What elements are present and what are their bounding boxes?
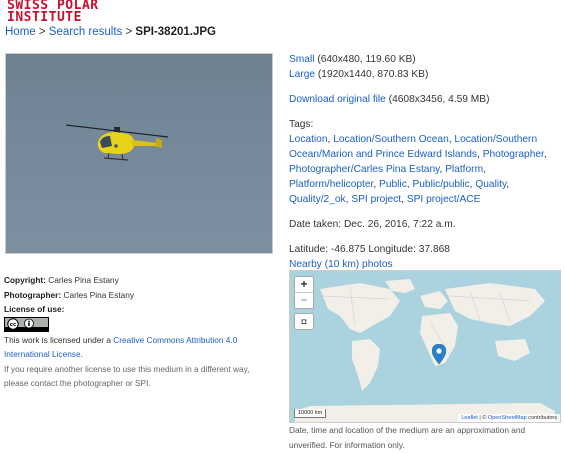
download-original-row: Download original file (4608x3456, 4.59 … — [289, 92, 559, 107]
map-attribution: Leaflet | © OpenStreetMap contributors — [458, 414, 560, 422]
tag-link[interactable]: SPI project/ACE — [407, 194, 481, 205]
zoom-in-button[interactable]: + — [295, 277, 313, 292]
breadcrumb-separator: > — [35, 26, 49, 38]
breadcrumb-search-results[interactable]: Search results — [49, 26, 123, 38]
leaflet-link[interactable]: Leaflet — [461, 415, 478, 421]
openstreetmap-link[interactable]: OpenStreetMap — [488, 415, 527, 421]
location-map[interactable]: + − ◘ 10000 km Leaflet | © OpenStreetMap… — [289, 270, 561, 423]
photographer-label: Photographer: — [4, 289, 62, 300]
license-row: License of use: — [4, 302, 272, 317]
tags-list: Location, Location/Southern Ocean, Locat… — [289, 134, 547, 205]
date-label: Date taken: — [289, 219, 342, 230]
tag-link[interactable]: Public — [379, 179, 407, 190]
photo-details: Small (640x480, 119.60 KB) Large (1920x1… — [289, 52, 559, 272]
breadcrumb-separator: > — [122, 26, 136, 38]
download-large-link[interactable]: Large — [289, 69, 315, 80]
license-text: This work is licensed under a Creative C… — [4, 333, 272, 362]
approximation-note: Date, time and location of the medium ar… — [289, 425, 526, 450]
copyright-label: Copyright: — [4, 275, 46, 285]
tag-link[interactable]: Public/public — [412, 179, 469, 190]
download-large-row: Large (1920x1440, 870.83 KB) — [289, 67, 559, 82]
tags-title: Tags: — [289, 119, 314, 130]
photographer-value: Carles Pina Estany — [63, 289, 135, 300]
breadcrumb-current: SPI-38201.JPG — [135, 26, 216, 38]
license-badge-row: cc — [4, 316, 272, 333]
download-original-link[interactable]: Download original file — [289, 94, 386, 105]
tag-link[interactable]: Quality — [475, 179, 506, 190]
fullscreen-button[interactable]: ◘ — [294, 313, 314, 330]
svg-text:cc: cc — [10, 322, 17, 328]
zoom-out-button[interactable]: − — [295, 292, 313, 308]
cc-by-badge-icon[interactable]: cc — [4, 316, 49, 332]
license-prefix: This work is licensed under a — [4, 334, 114, 345]
tag-link[interactable]: Location — [289, 134, 328, 145]
photo-metadata: Copyright: Carles Pina Estany Photograph… — [4, 273, 272, 391]
logo-line-2: INSTITUTE — [7, 10, 82, 25]
latitude-label: Latitude: — [289, 244, 329, 255]
download-small-row: Small (640x480, 119.60 KB) — [289, 52, 559, 67]
download-large-info: (1920x1440, 870.83 KB) — [315, 69, 429, 80]
tag-link[interactable]: SPI project — [351, 194, 401, 205]
latitude-value: -46.875 — [330, 244, 366, 255]
breadcrumb: Home > Search results > SPI-38201.JPG — [5, 26, 216, 38]
tag-link[interactable]: Quality/2_ok — [289, 194, 346, 205]
map-scale: 10000 km — [294, 409, 327, 418]
copyright-value: Carles Pina Estany — [48, 275, 119, 285]
coordinates-row: Latitude: -46.875 Longitude: 37.868 — [289, 242, 559, 257]
world-map-tiles — [290, 271, 560, 422]
download-small-link[interactable]: Small — [289, 54, 314, 65]
other-license-text: If you require another license to use th… — [4, 363, 250, 389]
location-marker-icon[interactable] — [432, 344, 446, 364]
date-value: Dec. 26, 2016, 7:22 a.m. — [343, 219, 456, 230]
tag-link[interactable]: Location/Southern Ocean — [333, 134, 449, 145]
helicopter-image — [65, 124, 169, 161]
spi-logo[interactable]: SWISS POLAR INSTITUTE — [7, 0, 99, 24]
license-suffix: . — [80, 349, 83, 359]
license-label: License of use: — [4, 304, 65, 314]
copyright-row: Copyright: Carles Pina Estany — [4, 273, 272, 288]
attribution-separator: | © — [477, 415, 488, 421]
attribution-suffix: contributors — [526, 415, 557, 421]
download-original-info: (4608x3456, 4.59 MB) — [385, 94, 490, 105]
date-taken-row: Date taken: Dec. 26, 2016, 7:22 a.m. — [289, 217, 559, 232]
photographer-row: Photographer: Carles Pina Estany — [4, 288, 272, 303]
longitude-value: 37.868 — [418, 244, 450, 255]
tag-link[interactable]: Photographer/Carles Pina Estany — [289, 164, 439, 175]
map-zoom-control: + − — [294, 276, 314, 309]
tag-link[interactable]: Platform/helicopter — [289, 179, 373, 190]
tag-link[interactable]: Photographer — [483, 149, 544, 160]
photo-preview[interactable] — [5, 53, 273, 254]
breadcrumb-home[interactable]: Home — [5, 26, 36, 38]
longitude-label: Longitude: — [368, 244, 416, 255]
download-small-info: (640x480, 119.60 KB) — [314, 54, 416, 65]
tag-link[interactable]: Platform — [445, 164, 483, 175]
nearby-photos-link[interactable]: Nearby (10 km) photos — [289, 259, 393, 270]
